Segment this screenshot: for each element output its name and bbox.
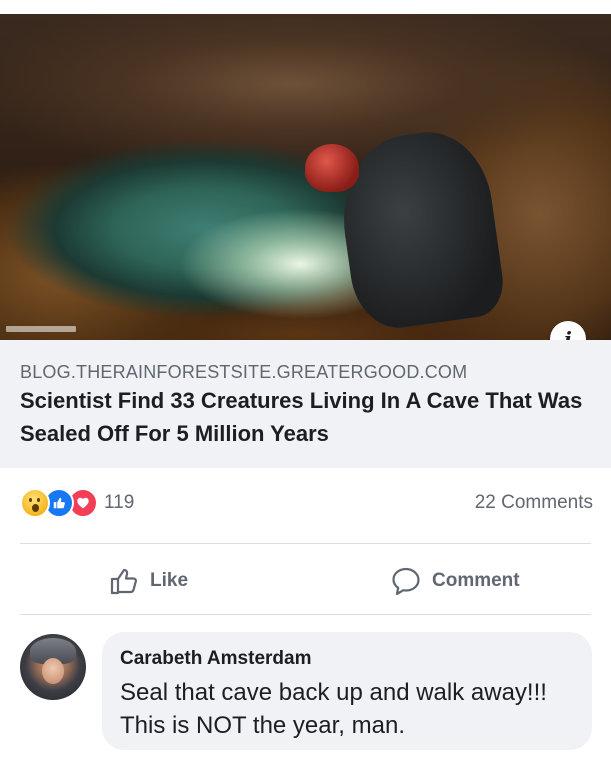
caver-figure: [332, 124, 508, 334]
reaction-count: 119: [104, 492, 135, 513]
avatar[interactable]: [20, 634, 86, 700]
reactions-summary[interactable]: 119: [20, 488, 134, 518]
thumbs-up-icon: [110, 568, 137, 595]
wow-reaction-icon: [20, 488, 50, 518]
facebook-post: i BLOG.THERAINFORESTSITE.GREATERGOOD.COM…: [0, 0, 611, 768]
comment-author[interactable]: Carabeth Amsterdam: [120, 648, 311, 670]
comments-count-link[interactable]: 22 Comments: [475, 492, 593, 514]
like-button-label: Like: [150, 570, 189, 591]
avatar-face: [42, 658, 64, 684]
comment-text: Seal that cave back up and walk away!!! …: [120, 679, 547, 739]
divider: [20, 614, 591, 615]
image-credit-watermark: [6, 326, 76, 332]
link-headline[interactable]: Scientist Find 33 Creatures Living In A …: [20, 384, 590, 450]
link-preview-image[interactable]: [0, 14, 611, 340]
like-button[interactable]: Like: [108, 562, 188, 600]
comment-button[interactable]: Comment: [390, 562, 520, 600]
divider: [20, 543, 591, 544]
link-domain: BLOG.THERAINFORESTSITE.GREATERGOOD.COM: [20, 362, 468, 382]
comment-bubble-icon: [392, 567, 420, 596]
caver-helmet: [305, 144, 359, 192]
comment-button-label: Comment: [432, 570, 520, 591]
